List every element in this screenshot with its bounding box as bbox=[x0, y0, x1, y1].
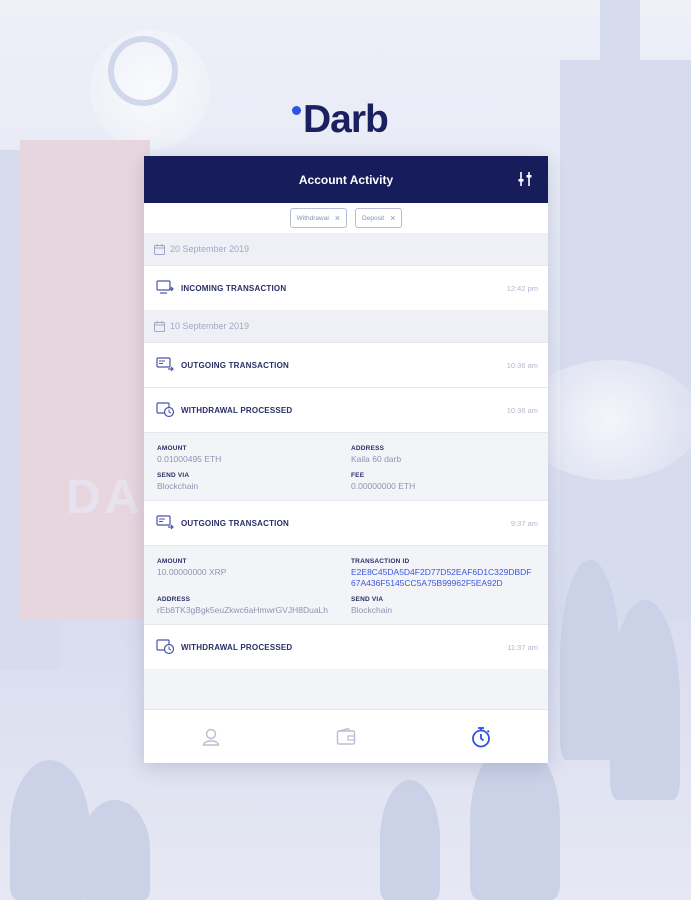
activity-list[interactable]: 20 September 2019 INCOMING TRANSACTION 1… bbox=[144, 233, 548, 709]
transaction-time: 10:36 am bbox=[506, 405, 538, 415]
date-label: 10 September 2019 bbox=[170, 321, 250, 331]
wallet-icon bbox=[336, 727, 356, 745]
detail-send-via: SEND VIA Blockchain bbox=[157, 472, 351, 492]
transaction-details: AMOUNT 10.00000000 XRP TRANSACTION ID E2… bbox=[144, 545, 548, 624]
date-label: 20 September 2019 bbox=[170, 244, 250, 254]
detail-label: FEE bbox=[351, 472, 365, 479]
detail-label: ADDRESS bbox=[157, 596, 191, 603]
detail-address: ADDRESS rEb8TK3gBgk5euZkwc6aHmwrGVJH8Dua… bbox=[157, 596, 351, 616]
detail-value: rEb8TK3gBgk5euZkwc6aHmwrGVJH8DuaLh bbox=[157, 605, 329, 615]
incoming-transaction-icon bbox=[156, 280, 174, 294]
transaction-time: 10:36 am bbox=[506, 360, 538, 370]
transaction-row[interactable]: WITHDRAWAL PROCESSED 10:36 am bbox=[144, 387, 548, 432]
transaction-type: WITHDRAWAL PROCESSED bbox=[181, 405, 293, 415]
transaction-type: INCOMING TRANSACTION bbox=[181, 283, 287, 293]
transaction-row[interactable]: WITHDRAWAL PROCESSED 11:37 am bbox=[144, 624, 548, 669]
detail-amount: AMOUNT 10.00000000 XRP bbox=[157, 558, 351, 589]
filter-chip-label: Deposit bbox=[362, 214, 385, 222]
filter-chips: Withdrawal × Deposit × bbox=[144, 203, 548, 233]
filter-chip-label: Withdrawal bbox=[296, 214, 329, 222]
detail-fee: FEE 0.00000000 ETH bbox=[351, 472, 536, 492]
logo-dot bbox=[292, 106, 301, 115]
detail-amount: AMOUNT 0.01000495 ETH bbox=[157, 445, 351, 465]
calendar-icon bbox=[154, 320, 165, 332]
detail-label: TRANSACTION ID bbox=[351, 558, 410, 565]
app-header: Account Activity bbox=[144, 156, 548, 203]
detail-value: 10.00000000 XRP bbox=[157, 567, 227, 577]
transaction-details: AMOUNT 0.01000495 ETH ADDRESS Kaila 60 d… bbox=[144, 432, 548, 500]
darb-logo: Darb bbox=[292, 98, 389, 142]
calendar-icon bbox=[154, 243, 165, 255]
transaction-id-link[interactable]: E2E8C45DA5D4F2D77D52EAF6D1C329DBDF67A436… bbox=[351, 567, 536, 589]
detail-send-via: SEND VIA Blockchain bbox=[351, 596, 536, 616]
detail-label: AMOUNT bbox=[157, 558, 187, 565]
sliders-icon[interactable] bbox=[516, 170, 534, 188]
detail-label: SEND VIA bbox=[351, 596, 384, 603]
detail-value: 0.00000000 ETH bbox=[351, 481, 416, 491]
detail-address: ADDRESS Kaila 60 darb bbox=[351, 445, 536, 465]
outgoing-transaction-icon bbox=[156, 357, 174, 372]
transaction-time: 11:37 am bbox=[507, 642, 538, 652]
date-header: 20 September 2019 bbox=[144, 233, 548, 265]
app-window: Account Activity Withdrawal × Deposit × bbox=[144, 156, 548, 763]
detail-label: AMOUNT bbox=[157, 445, 187, 452]
detail-value: Kaila 60 darb bbox=[351, 454, 402, 464]
detail-value: Blockchain bbox=[157, 481, 199, 491]
transaction-row[interactable]: OUTGOING TRANSACTION 10:36 am bbox=[144, 342, 548, 387]
filter-chip-deposit[interactable]: Deposit × bbox=[355, 208, 403, 228]
outgoing-transaction-icon bbox=[156, 515, 174, 530]
tab-profile[interactable] bbox=[199, 725, 223, 749]
withdrawal-icon bbox=[156, 402, 175, 418]
date-header: 10 September 2019 bbox=[144, 310, 548, 342]
detail-label: ADDRESS bbox=[351, 445, 385, 452]
close-icon[interactable]: × bbox=[335, 213, 340, 223]
tab-wallet[interactable] bbox=[334, 725, 358, 749]
stopwatch-icon bbox=[471, 726, 490, 747]
bottom-tab-bar bbox=[144, 709, 548, 763]
detail-transaction-id: TRANSACTION ID E2E8C45DA5D4F2D77D52EAF6D… bbox=[351, 558, 536, 589]
detail-value: 0.01000495 ETH bbox=[157, 454, 222, 464]
page-title: Account Activity bbox=[298, 172, 394, 187]
withdrawal-icon bbox=[156, 639, 175, 655]
detail-value: Blockchain bbox=[351, 605, 393, 615]
close-icon[interactable]: × bbox=[390, 213, 395, 223]
transaction-type: WITHDRAWAL PROCESSED bbox=[181, 642, 293, 652]
transaction-type: OUTGOING TRANSACTION bbox=[181, 360, 289, 370]
profile-icon bbox=[202, 728, 220, 746]
detail-label: SEND VIA bbox=[157, 472, 190, 479]
transaction-row[interactable]: OUTGOING TRANSACTION 9:37 am bbox=[144, 500, 548, 545]
transaction-type: OUTGOING TRANSACTION bbox=[181, 518, 289, 528]
transaction-time: 9:37 am bbox=[510, 518, 538, 528]
transaction-time: 12:42 pm bbox=[506, 283, 538, 293]
transaction-row[interactable]: INCOMING TRANSACTION 12:42 pm bbox=[144, 265, 548, 310]
logo-wordmark: Darb bbox=[303, 98, 389, 141]
filter-chip-withdrawal[interactable]: Withdrawal × bbox=[289, 208, 348, 228]
tab-activity[interactable] bbox=[469, 725, 493, 749]
